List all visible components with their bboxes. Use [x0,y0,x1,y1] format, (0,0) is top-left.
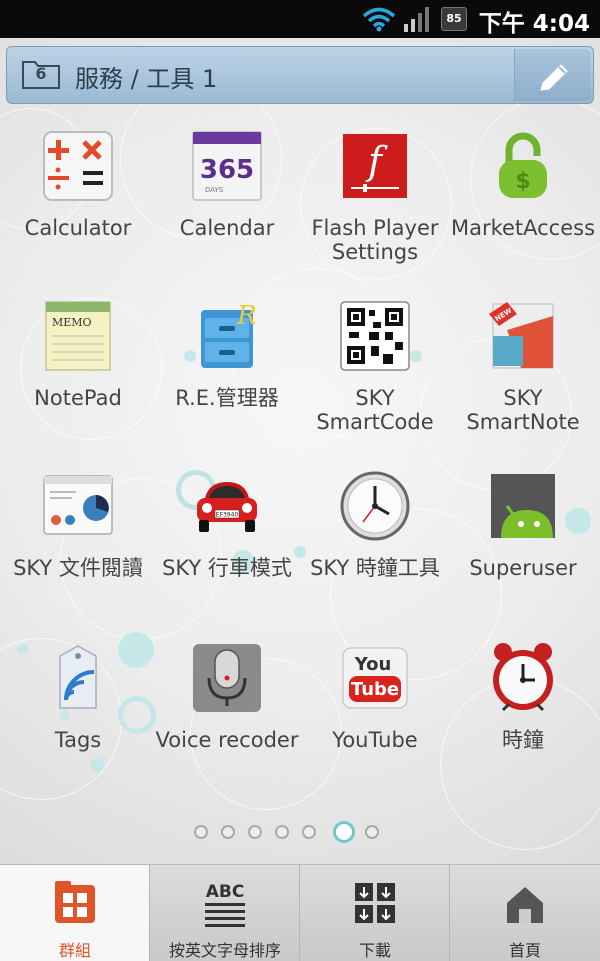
android-icon [491,474,555,538]
app-label: Superuser [469,556,577,580]
app-voice-recorder[interactable]: Voice recoder [152,642,302,812]
svg-text:MEMO: MEMO [52,316,92,329]
app-sky-smartcode[interactable]: SKY SmartCode [300,300,450,470]
svg-text:Tube: Tube [351,679,399,700]
page-indicator [0,821,600,845]
flash-icon: f [343,134,407,198]
svg-text:DAYS: DAYS [205,186,224,194]
alarm-clock-icon [493,643,553,712]
app-label: R.E.管理器 [175,386,279,410]
app-flash-player-settings[interactable]: f Flash Player Settings [300,130,450,300]
car-icon: EF3940 [197,482,257,532]
tab-label: 下載 [358,941,391,960]
status-bar: 85 下午 4:04 [0,0,600,38]
microphone-icon [193,644,261,712]
status-clock: 下午 4:04 [478,11,590,37]
download-icon [355,883,395,923]
tab-label: 群組 [58,941,91,960]
app-re-manager[interactable]: R R.E.管理器 [152,300,302,470]
svg-text:EF3940: EF3940 [216,512,239,519]
abc-sort-icon: ABC [205,882,245,927]
notepad-icon: MEMO [45,301,111,371]
app-calendar[interactable]: 365 DAYS Calendar [152,130,302,300]
app-label: MarketAccess [450,216,596,240]
page-dot[interactable] [302,825,316,839]
tab-home[interactable]: 首頁 [450,865,600,961]
svg-text:ABC: ABC [206,882,245,902]
youtube-icon: You Tube [342,647,408,709]
svg-text:365: 365 [200,155,254,185]
app-label: SKY 時鐘工具 [310,556,440,580]
app-label: Voice recoder [155,728,299,752]
app-sky-smartnote[interactable]: NEW SKY SmartNote [448,300,598,470]
app-sky-document-viewer[interactable]: SKY 文件閱讀 [3,470,153,640]
calculator-icon [43,131,113,201]
app-label: Calculator [24,216,132,240]
smartnote-icon: NEW [489,302,554,369]
bottom-nav: 群組 ABC 按英文字母排序 下載 首頁 [0,864,600,961]
home-icon [507,887,543,923]
folder-header: 6 服務 / 工具 1 [6,46,594,104]
page-dot[interactable] [248,825,262,839]
app-superuser[interactable]: Superuser [448,470,598,640]
app-label: NotePad [34,386,122,410]
svg-text:R: R [236,301,257,331]
calendar-icon: 365 DAYS [192,131,262,201]
nfc-tag-icon [59,645,97,709]
app-marketaccess[interactable]: $ MarketAccess [448,130,598,300]
app-label: SKY SmartNote [466,386,580,434]
app-label: Calendar [179,216,275,240]
qr-code-icon [340,301,410,371]
lock-icon: $ [499,132,547,198]
tab-sort-alphabetical[interactable]: ABC 按英文字母排序 [150,865,300,961]
app-youtube[interactable]: You Tube YouTube [300,642,450,812]
edit-folder-button[interactable] [514,49,591,101]
svg-text:You: You [354,654,392,675]
page-dot[interactable] [365,825,379,839]
pencil-icon [540,64,568,91]
tab-label: 按英文字母排序 [168,941,281,960]
folder-count: 6 [35,64,47,83]
app-calculator[interactable]: Calculator [3,130,153,300]
app-label: Flash Player Settings [311,216,439,264]
tab-groups[interactable]: 群組 [0,865,150,961]
file-cabinet-icon: R [201,301,257,368]
app-label: SKY SmartCode [316,386,434,434]
app-label: SKY 文件閱讀 [13,556,143,580]
app-sky-driving-mode[interactable]: EF3940 SKY 行車模式 [152,470,302,640]
clock-icon [340,471,410,541]
app-label: YouTube [332,728,418,752]
battery-indicator: 85 [441,7,467,31]
app-label: SKY 行車模式 [162,556,292,580]
svg-text:$: $ [515,169,530,194]
app-label: 時鐘 [502,728,544,752]
grid-icon [55,881,95,923]
tab-downloads[interactable]: 下載 [300,865,450,961]
page-dot[interactable] [221,825,235,839]
page-dot[interactable] [275,825,289,839]
app-label: Tags [54,728,102,752]
page-dot[interactable] [194,825,208,839]
page-dot-active[interactable] [333,821,355,843]
signal-icon [404,7,429,32]
app-tags[interactable]: Tags [3,642,153,812]
app-clock[interactable]: 時鐘 [448,642,598,812]
folder-title: 服務 / 工具 1 [75,65,218,93]
app-sky-clock-tool[interactable]: SKY 時鐘工具 [300,470,450,640]
document-viewer-icon [43,475,113,535]
tab-label: 首頁 [508,941,541,960]
app-notepad[interactable]: MEMO NotePad [3,300,153,470]
wifi-icon [362,7,396,32]
